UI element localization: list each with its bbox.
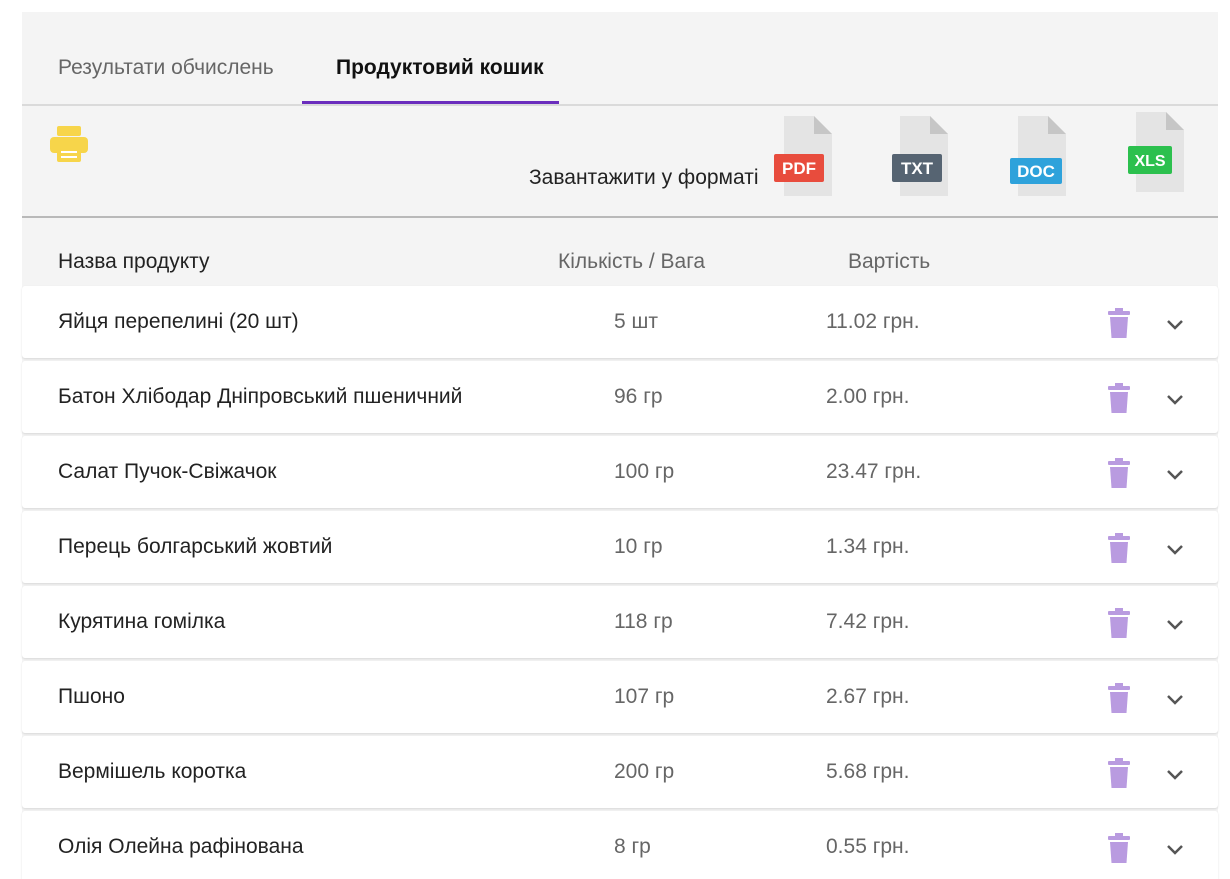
product-name: Олія Олейна рафінована bbox=[58, 835, 304, 858]
header-product-name: Назва продукту bbox=[58, 250, 210, 273]
product-quantity: 100 гр bbox=[614, 460, 675, 483]
table-row: Курятина гомілка 118 гр 7.42 грн. bbox=[22, 586, 1218, 658]
xls-label: XLS bbox=[1134, 153, 1165, 170]
product-cost: 11.02 грн. bbox=[826, 310, 920, 333]
product-cost: 23.47 грн. bbox=[826, 460, 922, 483]
table-row: Яйця перепелині (20 шт) 5 шт 11.02 грн. bbox=[22, 286, 1218, 358]
chevron-down-icon[interactable] bbox=[1166, 318, 1184, 330]
trash-icon[interactable] bbox=[1108, 533, 1130, 563]
table-row: Пшоно 107 гр 2.67 грн. bbox=[22, 661, 1218, 733]
trash-icon[interactable] bbox=[1108, 833, 1130, 863]
product-name: Перець болгарський жовтий bbox=[58, 535, 333, 558]
doc-label: DOC bbox=[1017, 162, 1055, 181]
printer-icon[interactable] bbox=[48, 124, 90, 164]
xls-download-icon[interactable]: XLS bbox=[1124, 112, 1190, 194]
product-quantity: 8 гр bbox=[614, 835, 651, 858]
chevron-down-icon[interactable] bbox=[1166, 543, 1184, 555]
active-tab-indicator bbox=[302, 101, 559, 104]
pdf-download-icon[interactable]: PDF bbox=[774, 116, 840, 198]
tab-bar: Результати обчислень Продуктовий кошик bbox=[22, 12, 1218, 106]
product-cost: 2.00 грн. bbox=[826, 385, 910, 408]
txt-label: TXT bbox=[901, 159, 934, 178]
trash-icon[interactable] bbox=[1108, 458, 1130, 488]
trash-icon[interactable] bbox=[1108, 758, 1130, 788]
cart-panel: Результати обчислень Продуктовий кошик З… bbox=[22, 12, 1218, 879]
product-quantity: 5 шт bbox=[614, 310, 658, 333]
chevron-down-icon[interactable] bbox=[1166, 618, 1184, 630]
toolbar: Завантажити у форматі PDF TXT DOC XLS bbox=[22, 106, 1218, 218]
product-name: Салат Пучок-Свіжачок bbox=[58, 460, 277, 483]
tab-product-cart[interactable]: Продуктовий кошик bbox=[336, 56, 544, 80]
trash-icon[interactable] bbox=[1108, 683, 1130, 713]
product-name: Яйця перепелині (20 шт) bbox=[58, 310, 299, 333]
txt-download-icon[interactable]: TXT bbox=[890, 116, 956, 198]
download-label: Завантажити у форматі bbox=[529, 166, 759, 189]
chevron-down-icon[interactable] bbox=[1166, 693, 1184, 705]
chevron-down-icon[interactable] bbox=[1166, 768, 1184, 780]
product-name: Курятина гомілка bbox=[58, 610, 226, 633]
trash-icon[interactable] bbox=[1108, 383, 1130, 413]
pdf-label: PDF bbox=[782, 159, 816, 178]
product-cost: 0.55 грн. bbox=[826, 835, 910, 858]
product-name: Вермішель коротка bbox=[58, 760, 247, 783]
chevron-down-icon[interactable] bbox=[1166, 468, 1184, 480]
product-quantity: 96 гр bbox=[614, 385, 663, 408]
tab-calculation-results[interactable]: Результати обчислень bbox=[58, 56, 274, 80]
table-row: Перець болгарський жовтий 10 гр 1.34 грн… bbox=[22, 511, 1218, 583]
table-row: Батон Хлібодар Дніпровський пшеничний 96… bbox=[22, 361, 1218, 433]
product-cost: 7.42 грн. bbox=[826, 610, 910, 633]
header-quantity-weight: Кількість / Вага bbox=[558, 250, 706, 273]
table-header: Назва продукту Кількість / Вага Вартість bbox=[22, 218, 1218, 284]
trash-icon[interactable] bbox=[1108, 608, 1130, 638]
table-row: Олія Олейна рафінована 8 гр 0.55 грн. bbox=[22, 811, 1218, 879]
product-cost: 5.68 грн. bbox=[826, 760, 910, 783]
product-quantity: 118 гр bbox=[614, 610, 673, 633]
product-quantity: 107 гр bbox=[614, 685, 675, 708]
product-quantity: 200 гр bbox=[614, 760, 675, 783]
product-name: Батон Хлібодар Дніпровський пшеничний bbox=[58, 385, 463, 408]
product-quantity: 10 гр bbox=[614, 535, 663, 558]
chevron-down-icon[interactable] bbox=[1166, 393, 1184, 405]
doc-download-icon[interactable]: DOC bbox=[1010, 116, 1076, 198]
header-cost: Вартість bbox=[848, 250, 931, 273]
product-name: Пшоно bbox=[58, 685, 125, 708]
table-row: Салат Пучок-Свіжачок 100 гр 23.47 грн. bbox=[22, 436, 1218, 508]
product-cost: 2.67 грн. bbox=[826, 685, 910, 708]
table-row: Вермішель коротка 200 гр 5.68 грн. bbox=[22, 736, 1218, 808]
product-cost: 1.34 грн. bbox=[826, 535, 910, 558]
trash-icon[interactable] bbox=[1108, 308, 1130, 338]
chevron-down-icon[interactable] bbox=[1166, 843, 1184, 855]
